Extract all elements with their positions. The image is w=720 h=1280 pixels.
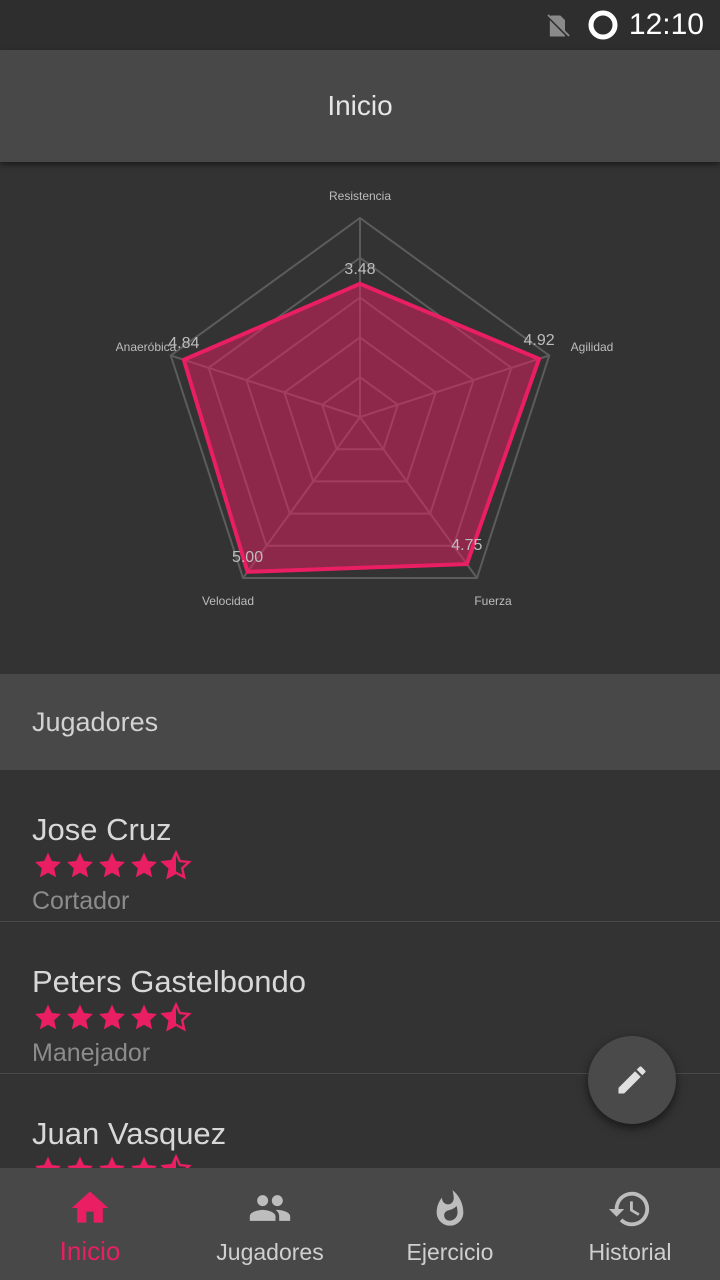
list-item[interactable]: Jose Cruz Cortador [0, 770, 720, 922]
flame-icon [436, 1190, 464, 1226]
star-full-icon [98, 1004, 126, 1030]
star-full-icon [34, 1156, 62, 1168]
star-full-icon [34, 1004, 62, 1030]
history-icon [608, 1191, 650, 1227]
player-name: Peters Gastelbondo [32, 964, 307, 999]
player-role: Cortador [32, 887, 130, 915]
star-full-icon [66, 1156, 94, 1168]
radar-axis-label: Resistencia [329, 189, 391, 203]
edit-fab-button[interactable] [588, 1036, 676, 1124]
radar-series-area [181, 281, 542, 574]
nav-item-ejercicio[interactable]: Ejercicio [360, 1168, 540, 1280]
star-full-icon [34, 852, 62, 878]
star-full-icon [130, 1156, 158, 1168]
nav-label: Ejercicio [406, 1239, 494, 1265]
star-full-icon [66, 852, 94, 878]
home-icon [71, 1191, 109, 1223]
status-time: 12:10 [628, 8, 704, 41]
star-full-icon [130, 1004, 158, 1030]
nav-item-jugadores[interactable]: Jugadores [180, 1168, 360, 1280]
radar-value-label: 5.00 [232, 549, 263, 566]
player-name: Juan Vasquez [32, 1116, 227, 1151]
star-half-icon [160, 850, 192, 880]
rating-stars [32, 1002, 192, 1034]
radar-value-label: 4.75 [451, 537, 482, 554]
star-half-icon [160, 1154, 192, 1168]
radar-chart-svg: 3.484.924.755.004.84ResistenciaAgilidadF… [116, 189, 614, 608]
people-icon [249, 1195, 291, 1221]
rating-stars [32, 1154, 192, 1168]
loading-ring-icon [588, 10, 618, 40]
radar-axis-label: Agilidad [571, 340, 614, 354]
nav-item-historial[interactable]: Historial [540, 1168, 720, 1280]
star-half-icon [160, 1002, 192, 1032]
no-sim-icon [546, 14, 570, 38]
players-section-header: Jugadores [0, 674, 720, 770]
app-bar: Inicio [0, 50, 720, 162]
status-bar: 12:10 [0, 0, 720, 50]
star-full-icon [98, 852, 126, 878]
nav-label: Inicio [59, 1236, 121, 1266]
nav-item-inicio[interactable]: Inicio [0, 1168, 180, 1280]
bottom-navigation: Inicio Jugadores Ejercicio Historial [0, 1168, 720, 1280]
radar-axis-label: Velocidad [202, 594, 254, 608]
pencil-icon [618, 1066, 646, 1094]
star-full-icon [98, 1156, 126, 1168]
star-full-icon [66, 1004, 94, 1030]
radar-axis-label: Anaeróbica [116, 340, 177, 354]
star-full-icon [130, 852, 158, 878]
radar-value-label: 4.92 [523, 332, 554, 349]
radar-value-label: 3.48 [344, 261, 375, 278]
radar-axis-label: Fuerza [474, 594, 512, 608]
nav-label: Historial [588, 1239, 672, 1265]
player-role: Manejador [32, 1039, 151, 1067]
page-title: Inicio [327, 90, 393, 121]
rating-stars [32, 850, 192, 882]
section-title: Jugadores [32, 706, 159, 737]
nav-label: Jugadores [216, 1239, 324, 1265]
radar-chart: 3.48 4.92 4.75 5.00 4.84 Resistencia Agilidad F… [0, 162, 720, 674]
player-name: Jose Cruz [32, 812, 172, 847]
